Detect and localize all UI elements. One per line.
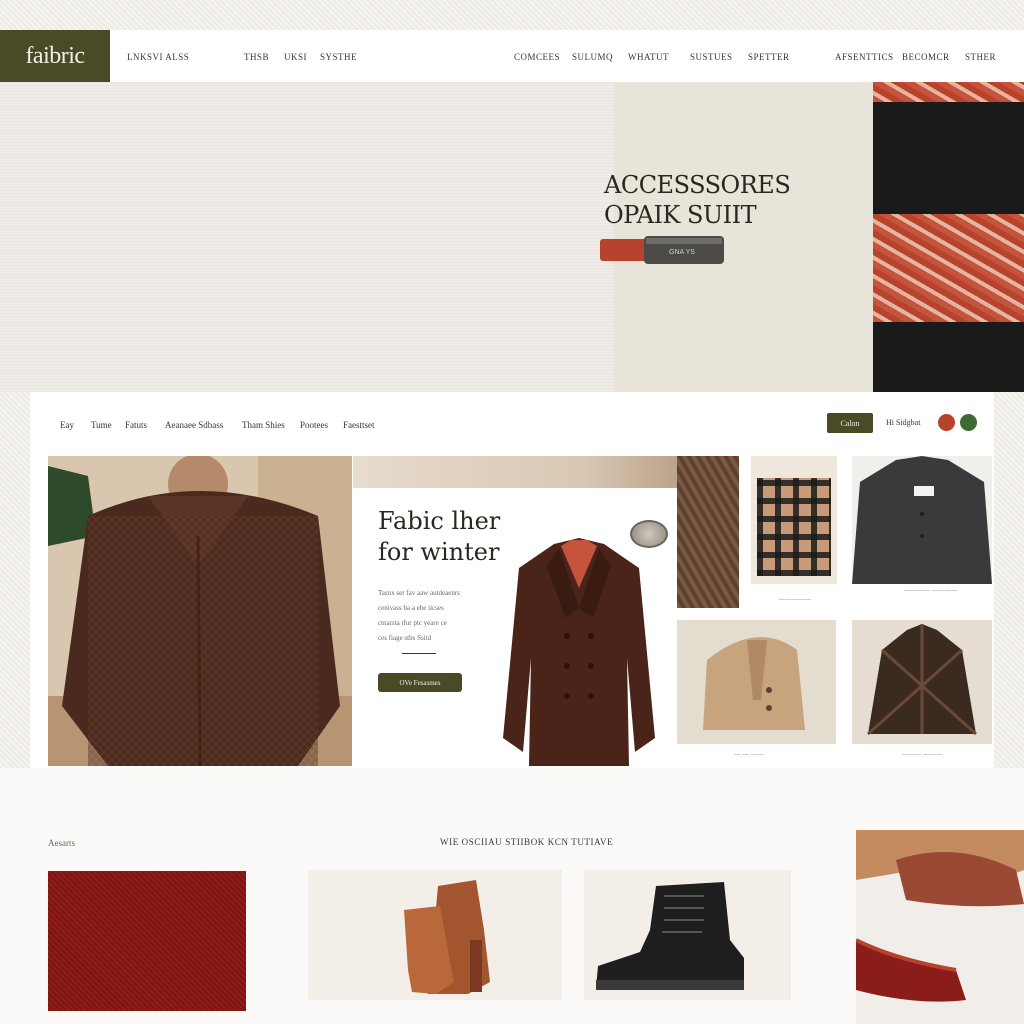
- nav-link[interactable]: COMCEES: [514, 52, 560, 62]
- subnav-link[interactable]: Faesttset: [343, 420, 375, 430]
- nav-link[interactable]: SYSTHE: [320, 52, 357, 62]
- nav-link[interactable]: SPETTER: [748, 52, 790, 62]
- lipstick-product[interactable]: GNA YS: [600, 233, 730, 267]
- feature-text: ces fiage stbs Ssitd: [378, 634, 432, 642]
- red-fabric-swatch[interactable]: [48, 871, 246, 1011]
- nav-link[interactable]: STHER: [965, 52, 996, 62]
- top-texture-strip: [0, 0, 1024, 30]
- card-action-button[interactable]: Calon: [827, 413, 873, 433]
- nav-link[interactable]: UKSI: [284, 52, 307, 62]
- side-texture: [0, 392, 30, 768]
- nav-link[interactable]: SULUMQ: [572, 52, 613, 62]
- subnav-link[interactable]: Aeanaee Sdbass: [165, 420, 223, 430]
- site-header: faibric LNKSVI ALSS THSB UKSI SYSTHE COM…: [0, 30, 1024, 83]
- feature-text: cenivass ba a ebe iicses: [378, 604, 444, 612]
- hero-fabric-texture: [0, 82, 614, 392]
- product-caption: ———— ————: [904, 588, 958, 594]
- plaid-scarf-photo[interactable]: [751, 456, 837, 584]
- subnav-link[interactable]: Tham Shies: [242, 420, 285, 430]
- feature-text: ctnarsta tfur ptc yeare ce: [378, 619, 447, 627]
- subnav-link[interactable]: Tume: [91, 420, 112, 430]
- divider: [402, 653, 436, 654]
- coat-model-photo[interactable]: [48, 456, 352, 766]
- section-heading: WIE OSCIIAU STIIBOK KCN TUTIAVE: [440, 837, 614, 847]
- product-caption: — — ——: [734, 752, 764, 758]
- color-swatch-red[interactable]: [938, 414, 955, 431]
- knit-fabric-photo[interactable]: [677, 456, 739, 608]
- coat-product-photo[interactable]: [499, 538, 659, 770]
- subnav-link[interactable]: Pootees: [300, 420, 328, 430]
- nav-link[interactable]: SUSTUES: [690, 52, 733, 62]
- nav-link[interactable]: AFSENTTICS: [835, 52, 894, 62]
- brand-logo[interactable]: faibric: [0, 30, 110, 82]
- nav-link[interactable]: THSB: [244, 52, 269, 62]
- grey-coat-photo[interactable]: [852, 456, 992, 584]
- nav-link[interactable]: LNKSVI ALSS: [127, 52, 189, 62]
- button-badge-icon: [630, 520, 668, 548]
- feature-text: Tasnx ser fav aaw autdeaenrs: [378, 589, 460, 597]
- side-texture: [994, 392, 1024, 768]
- nav-link[interactable]: WHATUT: [628, 52, 669, 62]
- plaid-coat-photo[interactable]: [852, 620, 992, 744]
- hero-stripe-fabric: [873, 82, 1024, 392]
- tan-jacket-photo[interactable]: [677, 620, 836, 744]
- nav-link[interactable]: BECOMCR: [902, 52, 950, 62]
- color-swatch-green[interactable]: [960, 414, 977, 431]
- black-boot-photo[interactable]: [584, 870, 791, 1000]
- product-caption: —————: [779, 597, 812, 603]
- hero-title-line: ACCESSSORES: [604, 171, 791, 199]
- feature-title-line: for winter: [378, 538, 500, 566]
- brown-boot-photo[interactable]: [308, 870, 562, 1000]
- hero-title: ACCESSSORES OPAIK SUIIT: [604, 170, 791, 230]
- hero-title-line: OPAIK SUIIT: [604, 201, 757, 229]
- section-label: Aesarts: [48, 838, 75, 848]
- product-label: GNA YS: [669, 249, 695, 256]
- feature-cta-button[interactable]: OVe Fesasmes: [378, 673, 462, 692]
- card-right-label: Hi Sidgbat: [886, 418, 921, 427]
- feature-title: Fabic lher for winter: [378, 506, 500, 568]
- collection-card: Eay Tume Fatuts Aeanaee Sdbass Tham Shie…: [30, 392, 994, 768]
- product-caption: ——— ———: [902, 752, 943, 758]
- feature-title-line: Fabic lher: [378, 507, 501, 535]
- subnav-link[interactable]: Fatuts: [125, 420, 147, 430]
- subnav-link[interactable]: Eay: [60, 420, 74, 430]
- scarves-photo[interactable]: [856, 830, 1024, 1024]
